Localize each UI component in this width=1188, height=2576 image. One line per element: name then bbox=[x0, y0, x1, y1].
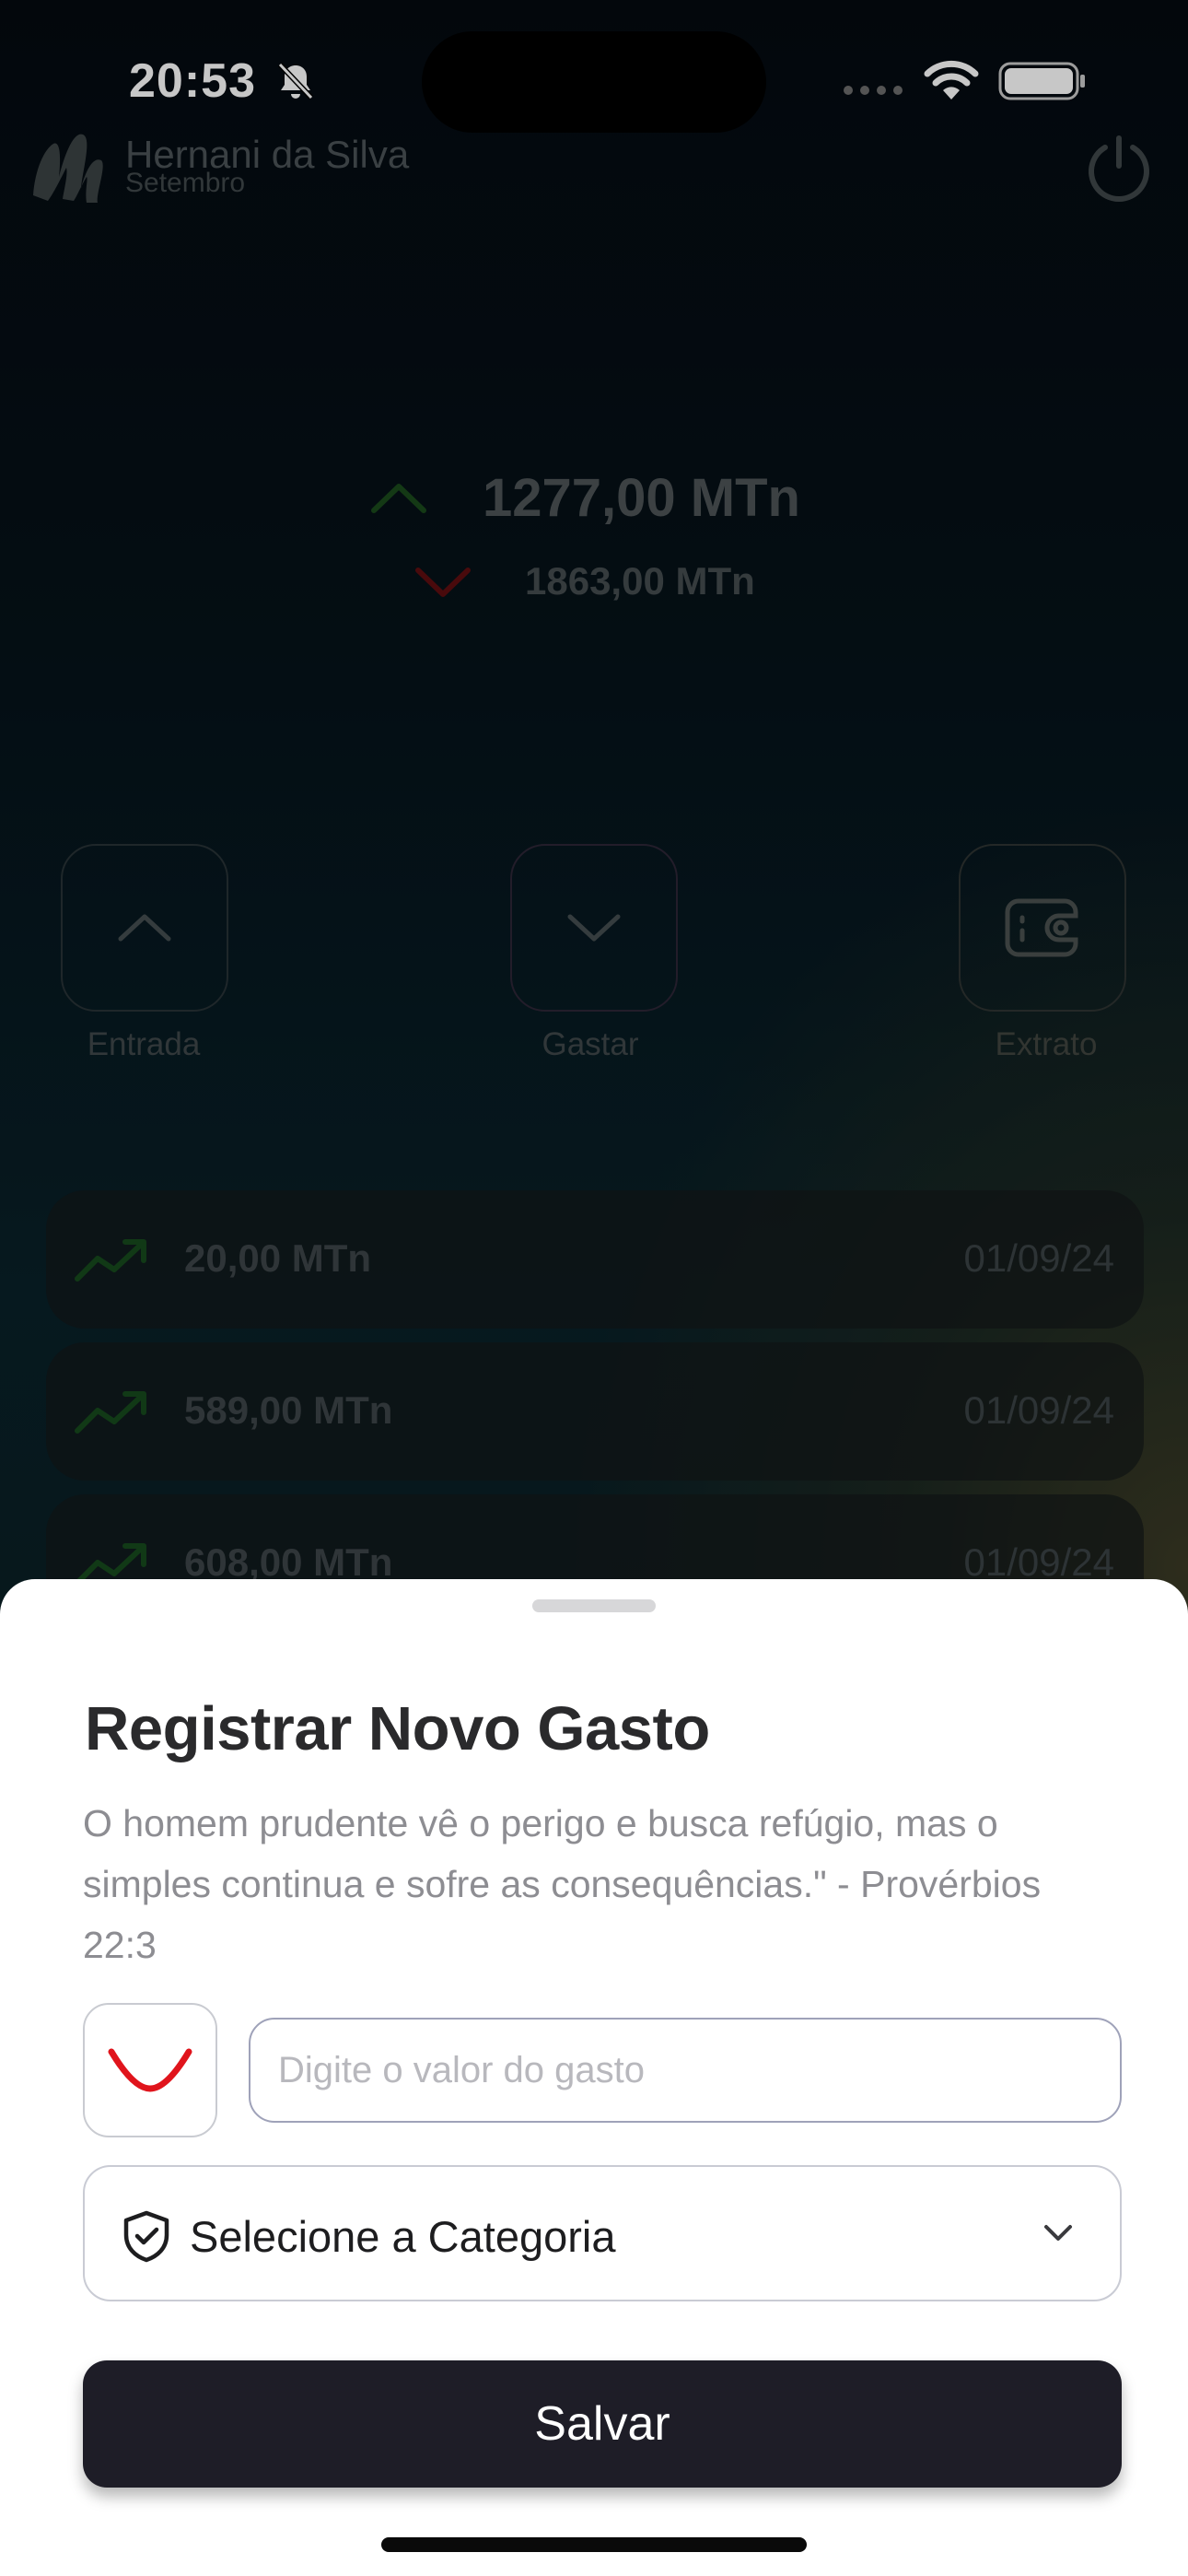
app-screen: 20:53 Hernani da Silva Setembro 1277,00 … bbox=[0, 0, 1188, 2576]
chevron-down-icon bbox=[1044, 2225, 1072, 2241]
new-expense-sheet: Registrar Novo Gasto O homem prudente vê… bbox=[0, 1579, 1188, 2576]
category-select-label: Selecione a Categoria bbox=[190, 2212, 616, 2261]
sheet-title: Registrar Novo Gasto bbox=[85, 1694, 710, 1763]
home-indicator[interactable] bbox=[381, 2537, 807, 2552]
sheet-grabber[interactable] bbox=[532, 1599, 656, 1612]
expense-type-button[interactable] bbox=[83, 2003, 217, 2137]
category-select[interactable]: Selecione a Categoria bbox=[83, 2165, 1122, 2301]
sheet-quote: O homem prudente vê o perigo e busca ref… bbox=[83, 1802, 1042, 1966]
shield-check-icon bbox=[123, 2210, 169, 2263]
chevron-down-icon bbox=[108, 2048, 192, 2092]
save-button[interactable]: Salvar bbox=[83, 2360, 1122, 2488]
expense-amount-input[interactable] bbox=[249, 2018, 1122, 2123]
